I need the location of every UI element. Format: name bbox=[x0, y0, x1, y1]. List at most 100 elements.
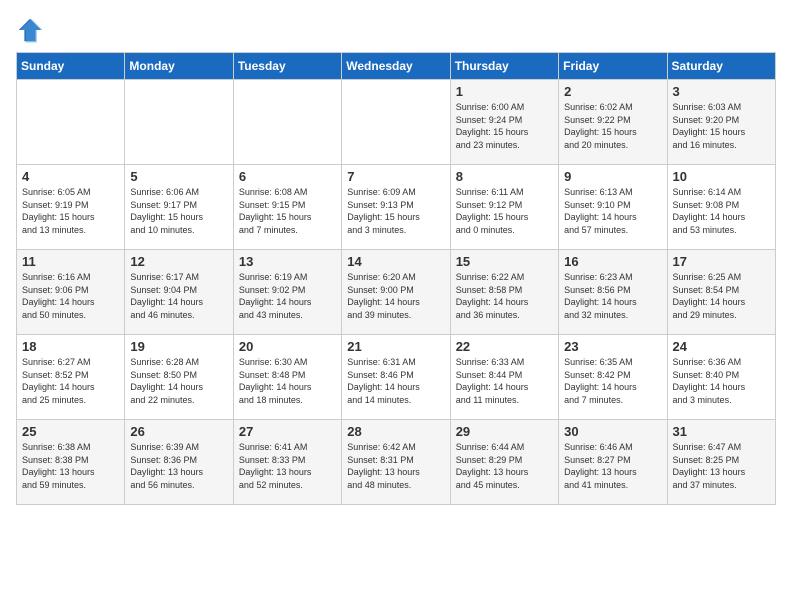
day-number: 5 bbox=[130, 169, 227, 184]
day-info: Sunrise: 6:17 AM Sunset: 9:04 PM Dayligh… bbox=[130, 271, 227, 321]
calendar-cell: 9 Sunrise: 6:13 AM Sunset: 9:10 PM Daylig… bbox=[559, 165, 667, 250]
day-info: Sunrise: 6:30 AM Sunset: 8:48 PM Dayligh… bbox=[239, 356, 336, 406]
day-info: Sunrise: 6:00 AM Sunset: 9:24 PM Dayligh… bbox=[456, 101, 553, 151]
day-number: 30 bbox=[564, 424, 661, 439]
calendar-cell: 25 Sunrise: 6:38 AM Sunset: 8:38 PM Dayli… bbox=[17, 420, 125, 505]
calendar-cell: 26 Sunrise: 6:39 AM Sunset: 8:36 PM Dayli… bbox=[125, 420, 233, 505]
calendar-cell: 27 Sunrise: 6:41 AM Sunset: 8:33 PM Dayli… bbox=[233, 420, 341, 505]
page-header bbox=[16, 16, 776, 44]
day-info: Sunrise: 6:09 AM Sunset: 9:13 PM Dayligh… bbox=[347, 186, 444, 236]
calendar-cell: 15 Sunrise: 6:22 AM Sunset: 8:58 PM Dayli… bbox=[450, 250, 558, 335]
calendar-cell: 28Sunrise: 6:42 AM Sunset: 8:31 PM Dayli… bbox=[342, 420, 450, 505]
day-number: 6 bbox=[239, 169, 336, 184]
calendar-cell: 1 Sunrise: 6:00 AM Sunset: 9:24 PM Daylig… bbox=[450, 80, 558, 165]
day-info: Sunrise: 6:08 AM Sunset: 9:15 PM Dayligh… bbox=[239, 186, 336, 236]
column-header-monday: Monday bbox=[125, 53, 233, 80]
day-number: 26 bbox=[130, 424, 227, 439]
day-number: 3 bbox=[673, 84, 770, 99]
day-number: 15 bbox=[456, 254, 553, 269]
day-number: 7 bbox=[347, 169, 444, 184]
calendar-cell: 8 Sunrise: 6:11 AM Sunset: 9:12 PM Daylig… bbox=[450, 165, 558, 250]
calendar-week-3: 11Sunrise: 6:16 AM Sunset: 9:06 PM Dayli… bbox=[17, 250, 776, 335]
day-number: 29 bbox=[456, 424, 553, 439]
calendar-cell: 4 Sunrise: 6:05 AM Sunset: 9:19 PM Daylig… bbox=[17, 165, 125, 250]
day-info: Sunrise: 6:39 AM Sunset: 8:36 PM Dayligh… bbox=[130, 441, 227, 491]
day-info: Sunrise: 6:20 AM Sunset: 9:00 PM Dayligh… bbox=[347, 271, 444, 321]
day-info: Sunrise: 6:38 AM Sunset: 8:38 PM Dayligh… bbox=[22, 441, 119, 491]
calendar-cell bbox=[342, 80, 450, 165]
calendar-cell: 30 Sunrise: 6:46 AM Sunset: 8:27 PM Dayli… bbox=[559, 420, 667, 505]
day-info: Sunrise: 6:22 AM Sunset: 8:58 PM Dayligh… bbox=[456, 271, 553, 321]
column-header-saturday: Saturday bbox=[667, 53, 775, 80]
day-info: Sunrise: 6:36 AM Sunset: 8:40 PM Dayligh… bbox=[673, 356, 770, 406]
day-number: 16 bbox=[564, 254, 661, 269]
calendar-table: SundayMondayTuesdayWednesdayThursdayFrid… bbox=[16, 52, 776, 505]
column-header-sunday: Sunday bbox=[17, 53, 125, 80]
day-info: Sunrise: 6:28 AM Sunset: 8:50 PM Dayligh… bbox=[130, 356, 227, 406]
day-number: 4 bbox=[22, 169, 119, 184]
day-info: Sunrise: 6:05 AM Sunset: 9:19 PM Dayligh… bbox=[22, 186, 119, 236]
day-info: Sunrise: 6:02 AM Sunset: 9:22 PM Dayligh… bbox=[564, 101, 661, 151]
calendar-cell: 29 Sunrise: 6:44 AM Sunset: 8:29 PM Dayli… bbox=[450, 420, 558, 505]
calendar-cell: 14 Sunrise: 6:20 AM Sunset: 9:00 PM Dayli… bbox=[342, 250, 450, 335]
day-number: 18 bbox=[22, 339, 119, 354]
day-info: Sunrise: 6:16 AM Sunset: 9:06 PM Dayligh… bbox=[22, 271, 119, 321]
day-info: Sunrise: 6:23 AM Sunset: 8:56 PM Dayligh… bbox=[564, 271, 661, 321]
day-number: 25 bbox=[22, 424, 119, 439]
day-info: Sunrise: 6:41 AM Sunset: 8:33 PM Dayligh… bbox=[239, 441, 336, 491]
calendar-cell: 23 Sunrise: 6:35 AM Sunset: 8:42 PM Dayli… bbox=[559, 335, 667, 420]
day-number: 20 bbox=[239, 339, 336, 354]
column-header-thursday: Thursday bbox=[450, 53, 558, 80]
calendar-cell: 10Sunrise: 6:14 AM Sunset: 9:08 PM Dayli… bbox=[667, 165, 775, 250]
day-number: 27 bbox=[239, 424, 336, 439]
day-info: Sunrise: 6:13 AM Sunset: 9:10 PM Dayligh… bbox=[564, 186, 661, 236]
day-number: 23 bbox=[564, 339, 661, 354]
day-info: Sunrise: 6:33 AM Sunset: 8:44 PM Dayligh… bbox=[456, 356, 553, 406]
day-info: Sunrise: 6:46 AM Sunset: 8:27 PM Dayligh… bbox=[564, 441, 661, 491]
calendar-cell: 13Sunrise: 6:19 AM Sunset: 9:02 PM Dayli… bbox=[233, 250, 341, 335]
day-info: Sunrise: 6:25 AM Sunset: 8:54 PM Dayligh… bbox=[673, 271, 770, 321]
day-number: 31 bbox=[673, 424, 770, 439]
calendar-week-2: 4 Sunrise: 6:05 AM Sunset: 9:19 PM Daylig… bbox=[17, 165, 776, 250]
day-number: 19 bbox=[130, 339, 227, 354]
calendar-cell: 11Sunrise: 6:16 AM Sunset: 9:06 PM Dayli… bbox=[17, 250, 125, 335]
day-info: Sunrise: 6:31 AM Sunset: 8:46 PM Dayligh… bbox=[347, 356, 444, 406]
calendar-cell: 16 Sunrise: 6:23 AM Sunset: 8:56 PM Dayli… bbox=[559, 250, 667, 335]
day-info: Sunrise: 6:47 AM Sunset: 8:25 PM Dayligh… bbox=[673, 441, 770, 491]
calendar-cell: 3Sunrise: 6:03 AM Sunset: 9:20 PM Daylig… bbox=[667, 80, 775, 165]
day-number: 21 bbox=[347, 339, 444, 354]
calendar-week-1: 1 Sunrise: 6:00 AM Sunset: 9:24 PM Daylig… bbox=[17, 80, 776, 165]
calendar-header-row: SundayMondayTuesdayWednesdayThursdayFrid… bbox=[17, 53, 776, 80]
day-number: 24 bbox=[673, 339, 770, 354]
calendar-cell: 6 Sunrise: 6:08 AM Sunset: 9:15 PM Daylig… bbox=[233, 165, 341, 250]
day-info: Sunrise: 6:14 AM Sunset: 9:08 PM Dayligh… bbox=[673, 186, 770, 236]
calendar-cell bbox=[233, 80, 341, 165]
calendar-cell bbox=[17, 80, 125, 165]
day-number: 14 bbox=[347, 254, 444, 269]
calendar-cell: 31 Sunrise: 6:47 AM Sunset: 8:25 PM Dayli… bbox=[667, 420, 775, 505]
day-number: 17 bbox=[673, 254, 770, 269]
calendar-cell: 24 Sunrise: 6:36 AM Sunset: 8:40 PM Dayli… bbox=[667, 335, 775, 420]
day-number: 9 bbox=[564, 169, 661, 184]
calendar-week-4: 18Sunrise: 6:27 AM Sunset: 8:52 PM Dayli… bbox=[17, 335, 776, 420]
day-number: 8 bbox=[456, 169, 553, 184]
calendar-cell: 20 Sunrise: 6:30 AM Sunset: 8:48 PM Dayli… bbox=[233, 335, 341, 420]
calendar-week-5: 25 Sunrise: 6:38 AM Sunset: 8:38 PM Dayli… bbox=[17, 420, 776, 505]
calendar-cell: 18Sunrise: 6:27 AM Sunset: 8:52 PM Dayli… bbox=[17, 335, 125, 420]
calendar-cell: 19 Sunrise: 6:28 AM Sunset: 8:50 PM Dayli… bbox=[125, 335, 233, 420]
day-info: Sunrise: 6:11 AM Sunset: 9:12 PM Dayligh… bbox=[456, 186, 553, 236]
calendar-cell: 7 Sunrise: 6:09 AM Sunset: 9:13 PM Daylig… bbox=[342, 165, 450, 250]
day-info: Sunrise: 6:19 AM Sunset: 9:02 PM Dayligh… bbox=[239, 271, 336, 321]
calendar-cell: 21 Sunrise: 6:31 AM Sunset: 8:46 PM Dayli… bbox=[342, 335, 450, 420]
day-number: 2 bbox=[564, 84, 661, 99]
calendar-cell: 2 Sunrise: 6:02 AM Sunset: 9:22 PM Daylig… bbox=[559, 80, 667, 165]
day-info: Sunrise: 6:06 AM Sunset: 9:17 PM Dayligh… bbox=[130, 186, 227, 236]
calendar-cell: 22 Sunrise: 6:33 AM Sunset: 8:44 PM Dayli… bbox=[450, 335, 558, 420]
day-number: 1 bbox=[456, 84, 553, 99]
day-info: Sunrise: 6:35 AM Sunset: 8:42 PM Dayligh… bbox=[564, 356, 661, 406]
day-info: Sunrise: 6:44 AM Sunset: 8:29 PM Dayligh… bbox=[456, 441, 553, 491]
logo-icon bbox=[16, 16, 44, 44]
day-number: 22 bbox=[456, 339, 553, 354]
column-header-friday: Friday bbox=[559, 53, 667, 80]
day-info: Sunrise: 6:42 AM Sunset: 8:31 PM Dayligh… bbox=[347, 441, 444, 491]
